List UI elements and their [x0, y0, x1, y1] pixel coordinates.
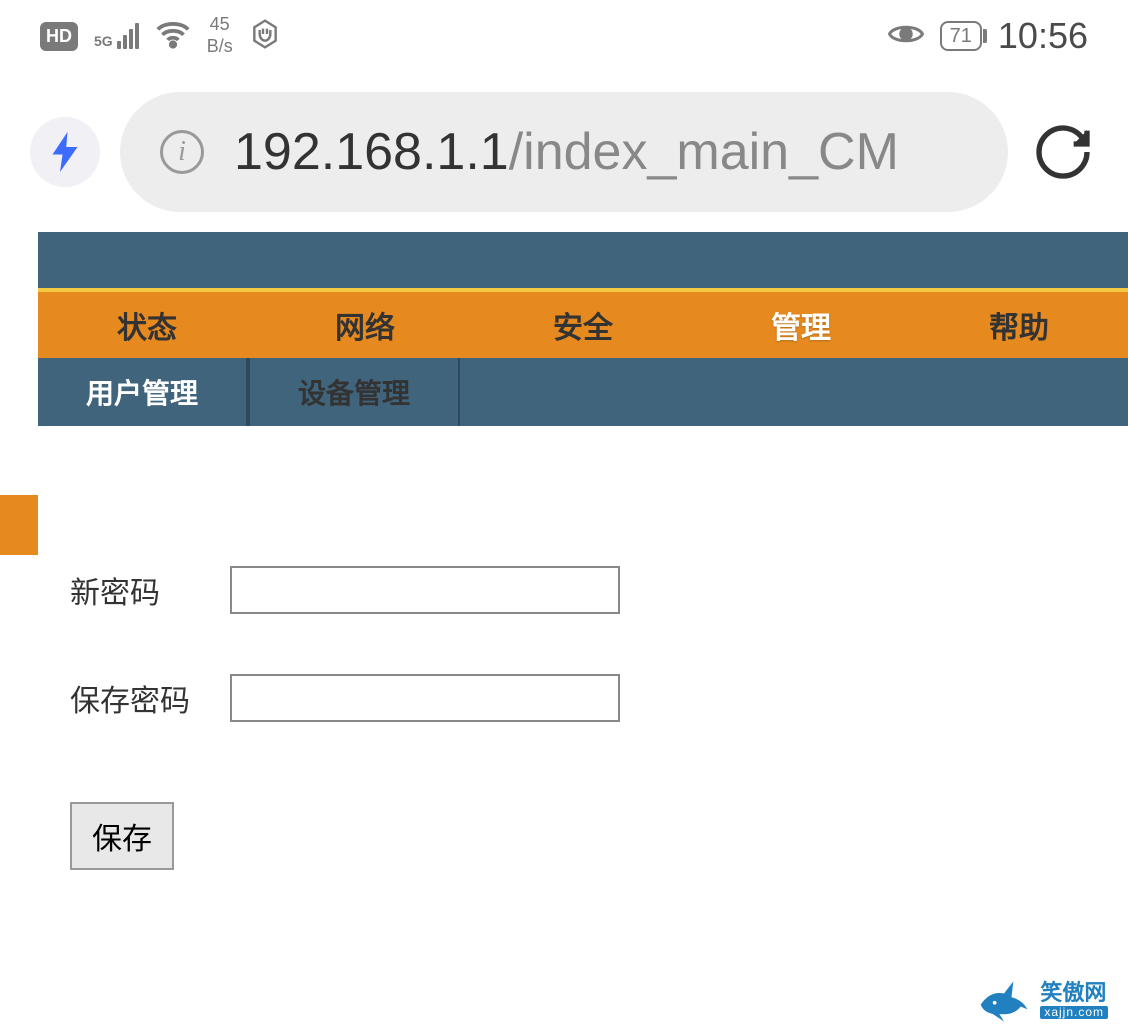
- url-path: /index_main_CM: [509, 123, 899, 181]
- status-bar: HD 5G 45 B/s: [0, 0, 1128, 72]
- speed-value: 45: [207, 14, 233, 36]
- new-password-input[interactable]: [230, 566, 620, 614]
- watermark-text: 笑傲网 xajjn.com: [1040, 981, 1108, 1018]
- form-row-confirm-password: 保存密码: [70, 674, 1068, 722]
- bolt-icon: [49, 132, 81, 172]
- battery-percent: 71: [950, 25, 972, 48]
- shark-icon: [976, 976, 1032, 1024]
- save-button[interactable]: 保存: [70, 802, 174, 870]
- nav-security[interactable]: 安全: [474, 289, 692, 361]
- address-bar[interactable]: i 192.168.1.1/index_main_CM: [120, 92, 1008, 212]
- confirm-password-label: 保存密码: [70, 676, 200, 720]
- wifi-icon: [155, 16, 191, 57]
- watermark: 笑傲网 xajjn.com: [976, 976, 1108, 1024]
- speed-unit: B/s: [207, 36, 233, 58]
- battery-icon: 71: [940, 21, 982, 51]
- subnav-user-management[interactable]: 用户管理: [38, 358, 248, 426]
- signal-type-label: 5G: [94, 33, 113, 49]
- watermark-en: xajjn.com: [1040, 1006, 1108, 1019]
- page-header-band: [38, 232, 1128, 292]
- url-text: 192.168.1.1/index_main_CM: [234, 122, 899, 182]
- nav-help[interactable]: 帮助: [910, 289, 1128, 361]
- form-row-new-password: 新密码: [70, 566, 1068, 614]
- nav-network[interactable]: 网络: [256, 289, 474, 361]
- bolt-button[interactable]: [30, 117, 100, 187]
- confirm-password-input[interactable]: [230, 674, 620, 722]
- subnav-device-management[interactable]: 设备管理: [248, 358, 460, 426]
- browser-bar: i 192.168.1.1/index_main_CM: [0, 72, 1128, 232]
- hd-badge: HD: [40, 22, 78, 51]
- network-speed: 45 B/s: [207, 14, 233, 57]
- clock-time: 10:56: [998, 15, 1088, 57]
- main-nav: 状态 网络 安全 管理 帮助: [38, 292, 1128, 358]
- sub-nav: 用户管理 设备管理: [38, 358, 1128, 426]
- new-password-label: 新密码: [70, 568, 200, 612]
- hand-stop-icon: [249, 18, 281, 55]
- nav-status[interactable]: 状态: [38, 289, 256, 361]
- reload-icon: [1031, 120, 1095, 184]
- reload-button[interactable]: [1028, 117, 1098, 187]
- sidebar-accent: [0, 495, 38, 555]
- nav-management[interactable]: 管理: [692, 289, 910, 361]
- status-right: 71 10:56: [888, 15, 1088, 57]
- info-icon[interactable]: i: [160, 130, 204, 174]
- eye-icon: [888, 20, 924, 53]
- url-host: 192.168.1.1: [234, 123, 509, 181]
- watermark-cn: 笑傲网: [1040, 981, 1108, 1005]
- status-left: HD 5G 45 B/s: [40, 14, 281, 57]
- form-area: 新密码 保存密码 保存: [0, 426, 1128, 910]
- page-content: 状态 网络 安全 管理 帮助 用户管理 设备管理 新密码 保存密码 保存: [0, 232, 1128, 910]
- signal-5g-icon: 5G: [94, 23, 139, 49]
